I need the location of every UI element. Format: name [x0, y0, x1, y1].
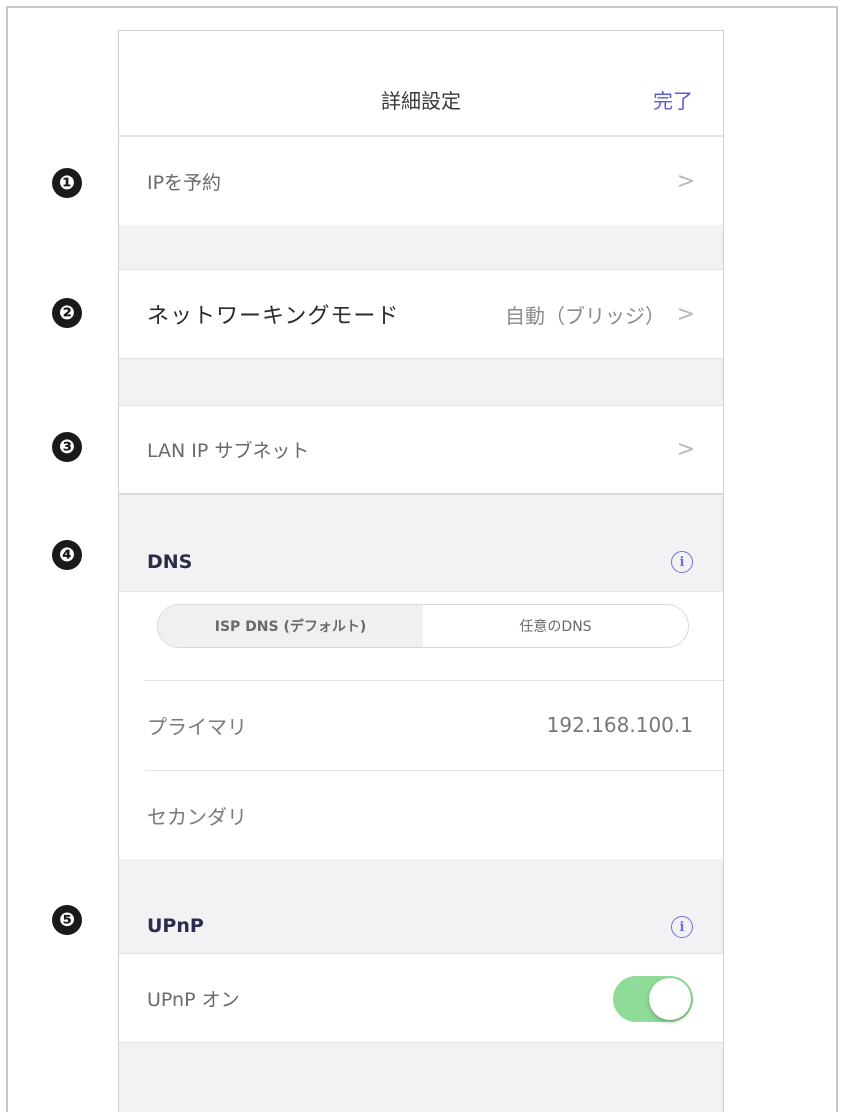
- callout-badge-4: ❹: [52, 540, 82, 570]
- callout-badge-1: ❶: [52, 168, 82, 198]
- callout-badge-2: ❷: [52, 298, 82, 328]
- lan-subnet-label: LAN IP サブネット: [147, 440, 310, 462]
- primary-dns-label: プライマリ: [147, 714, 247, 739]
- dns-section-title: DNS: [147, 551, 193, 573]
- custom-dns-segment[interactable]: 任意のDNS: [423, 605, 688, 647]
- settings-screen: 詳細設定 完了 IPを予約 > ネットワーキングモード 自動（ブリッジ） > L…: [118, 30, 724, 1112]
- primary-dns-value[interactable]: 192.168.100.1: [547, 713, 693, 737]
- done-button[interactable]: 完了: [653, 85, 693, 114]
- secondary-dns-row[interactable]: セカンダリ: [119, 771, 723, 859]
- chevron-right-icon: >: [676, 168, 696, 194]
- dns-mode-segmented-control[interactable]: ISP DNS (デフォルト) 任意のDNS: [157, 604, 689, 648]
- info-icon[interactable]: i: [671, 916, 693, 938]
- isp-dns-segment[interactable]: ISP DNS (デフォルト): [158, 605, 423, 647]
- nav-bar: 詳細設定 完了: [119, 31, 723, 137]
- upnp-section-title: UPnP: [147, 915, 204, 937]
- upnp-toggle-label: UPnP オン: [147, 988, 240, 1011]
- lan-subnet-row[interactable]: LAN IP サブネット >: [119, 405, 723, 495]
- upnp-row: UPnP オン: [119, 953, 723, 1043]
- reserve-ip-row[interactable]: IPを予約 >: [119, 137, 723, 225]
- callout-badge-5: ❺: [52, 905, 82, 935]
- chevron-right-icon: >: [676, 301, 696, 327]
- info-icon[interactable]: i: [671, 551, 693, 573]
- primary-dns-row[interactable]: プライマリ 192.168.100.1: [119, 681, 723, 769]
- upnp-toggle-switch[interactable]: [613, 976, 693, 1022]
- page-title: 詳細設定: [381, 89, 461, 113]
- chevron-right-icon: >: [676, 437, 696, 462]
- toggle-knob: [649, 978, 691, 1020]
- reserve-ip-label: IPを予約: [147, 171, 222, 194]
- networking-mode-label: ネットワーキングモード: [147, 304, 400, 329]
- dns-card: ISP DNS (デフォルト) 任意のDNS プライマリ 192.168.100…: [119, 591, 723, 859]
- secondary-dns-label: セカンダリ: [147, 804, 247, 829]
- networking-mode-value: 自動（ブリッジ）: [505, 303, 665, 328]
- callout-badge-3: ❸: [52, 432, 82, 462]
- networking-mode-row[interactable]: ネットワーキングモード 自動（ブリッジ） >: [119, 269, 723, 359]
